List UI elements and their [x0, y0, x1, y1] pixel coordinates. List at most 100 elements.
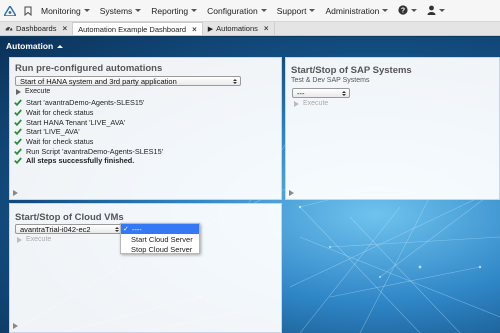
execute-label: Execute [25, 88, 51, 95]
option-label: Start Cloud Server [131, 234, 193, 244]
cloud-action-dropdown: ✓ ---- Start Cloud Server Stop Cloud Serv… [120, 223, 200, 254]
chevron-down-icon [191, 9, 198, 12]
checkmark-icon [14, 118, 26, 127]
list-item: Start 'avantraDemo-Agents-SLES15' [14, 98, 279, 108]
checkmark-icon [14, 108, 26, 117]
dropdown-option-stop-cloud-server[interactable]: Stop Cloud Server [121, 244, 199, 254]
list-item: Wait for check status [14, 108, 279, 118]
chevron-down-icon [309, 9, 316, 12]
menu-label: Systems [99, 5, 133, 16]
sap-system-select[interactable]: --- [292, 88, 350, 98]
tab-automations[interactable]: ▶ Automations × [202, 22, 275, 35]
tab-dashboards[interactable]: Dashboards × [0, 22, 74, 35]
user-icon [427, 5, 436, 17]
checkmark-icon: ✓ [123, 226, 129, 233]
close-icon[interactable]: × [62, 24, 67, 33]
cloud-vm-select[interactable]: avantraTrial-i042-ec2 [15, 224, 123, 234]
execute-button[interactable]: Execute [16, 88, 50, 95]
list-item: Start HANA Tenant 'LIVE_AVA' [14, 117, 279, 127]
step-label: Start HANA Tenant 'LIVE_AVA' [26, 117, 126, 127]
menu-label: Monitoring [41, 5, 81, 16]
checkmark-icon [14, 98, 26, 107]
list-item: All steps successfully finished. [14, 156, 279, 166]
chevron-up-icon [57, 44, 64, 48]
panel-expand-icon[interactable] [13, 323, 18, 329]
panel-title: Start/Stop of SAP Systems [291, 65, 412, 76]
chevron-down-icon [260, 9, 267, 12]
automation-select[interactable]: Start of HANA system and 3rd party appli… [15, 76, 241, 86]
list-item: Run Script 'avantraDemo-Agents-SLES15' [14, 146, 279, 156]
menu-monitoring[interactable]: Monitoring [36, 0, 95, 22]
step-label: Start 'avantraDemo-Agents-SLES15' [26, 98, 145, 108]
checkmark-icon [14, 127, 26, 136]
menu-administration[interactable]: Administration [320, 0, 393, 22]
select-value: avantraTrial-i042-ec2 [20, 224, 91, 234]
dropdown-option[interactable]: ✓ ---- [121, 224, 199, 234]
sap-execute-button[interactable]: Execute [294, 100, 328, 107]
step-label: Wait for check status [26, 108, 94, 118]
menu-configuration[interactable]: Configuration [202, 0, 272, 22]
step-label: All steps successfully finished. [26, 156, 135, 166]
chevron-down-icon [411, 9, 418, 12]
select-arrows-icon [342, 89, 346, 97]
menu-support[interactable]: Support [272, 0, 321, 22]
select-value: --- [297, 88, 305, 98]
play-icon: ▶ [207, 25, 214, 33]
user-menu[interactable] [422, 0, 450, 22]
chevron-down-icon [135, 9, 142, 12]
option-label: ---- [131, 224, 142, 234]
help-icon: ? [398, 4, 408, 17]
svg-text:?: ? [401, 7, 405, 14]
bookmark-icon[interactable] [20, 0, 36, 22]
top-menu-bar: Monitoring Systems Reporting Configurati… [0, 0, 500, 22]
help-menu[interactable]: ? [393, 0, 422, 22]
chevron-down-icon [83, 9, 90, 12]
panel-title: Start/Stop of Cloud VMs [15, 212, 124, 223]
section-header-automation[interactable]: Automation [6, 41, 64, 51]
close-icon[interactable]: × [192, 25, 197, 34]
menu-reporting[interactable]: Reporting [146, 0, 202, 22]
cloud-execute-button[interactable]: Execute [17, 236, 51, 243]
play-icon [294, 100, 299, 107]
select-arrows-icon [115, 225, 119, 233]
list-item: Start 'LIVE_AVA' [14, 127, 279, 137]
dashboard-icon [5, 24, 13, 33]
play-icon [17, 236, 22, 243]
chevron-down-icon [439, 9, 446, 12]
sap-systems-panel: Start/Stop of SAP Systems Test & Dev SAP… [285, 57, 500, 200]
chevron-down-icon [382, 9, 389, 12]
preconfigured-automations-panel: Run pre-configured automations Start of … [9, 57, 282, 200]
panel-subtitle: Test & Dev SAP Systems [291, 77, 370, 84]
menu-label: Configuration [207, 5, 258, 16]
menu-label: Reporting [151, 5, 189, 16]
panel-expand-icon[interactable] [13, 190, 18, 196]
list-item: Wait for check status [14, 137, 279, 147]
step-label: Run Script 'avantraDemo-Agents-SLES15' [26, 146, 164, 156]
close-icon[interactable]: × [264, 24, 269, 33]
select-arrows-icon [233, 77, 237, 85]
step-label: Start 'LIVE_AVA' [26, 127, 80, 137]
tab-label: Dashboards [16, 24, 57, 33]
step-list: Start 'avantraDemo-Agents-SLES15' Wait f… [14, 98, 279, 166]
checkmark-icon [14, 156, 26, 165]
dashboard-canvas: Automation Run pre-configured automation… [0, 37, 500, 333]
execute-label: Execute [303, 100, 329, 107]
checkmark-icon [14, 147, 26, 156]
select-value: Start of HANA system and 3rd party appli… [20, 76, 177, 86]
app-logo[interactable] [0, 0, 20, 22]
section-title: Automation [6, 41, 54, 51]
checkmark-icon [14, 137, 26, 146]
tab-label: Automation Example Dashboard [78, 24, 187, 34]
step-label: Wait for check status [26, 137, 94, 147]
tab-label: Automations [216, 24, 258, 33]
tab-automation-example-dashboard[interactable]: Automation Example Dashboard × [73, 22, 203, 35]
tab-bar: Dashboards × Automation Example Dashboar… [0, 22, 500, 36]
option-label: Stop Cloud Server [131, 244, 193, 254]
panel-expand-icon[interactable] [289, 190, 294, 196]
execute-label: Execute [26, 236, 52, 243]
dropdown-option-start-cloud-server[interactable]: Start Cloud Server [121, 234, 199, 244]
menu-label: Support [276, 5, 307, 16]
menu-systems[interactable]: Systems [95, 0, 147, 22]
panel-title: Run pre-configured automations [15, 63, 163, 74]
menu-label: Administration [325, 5, 380, 16]
